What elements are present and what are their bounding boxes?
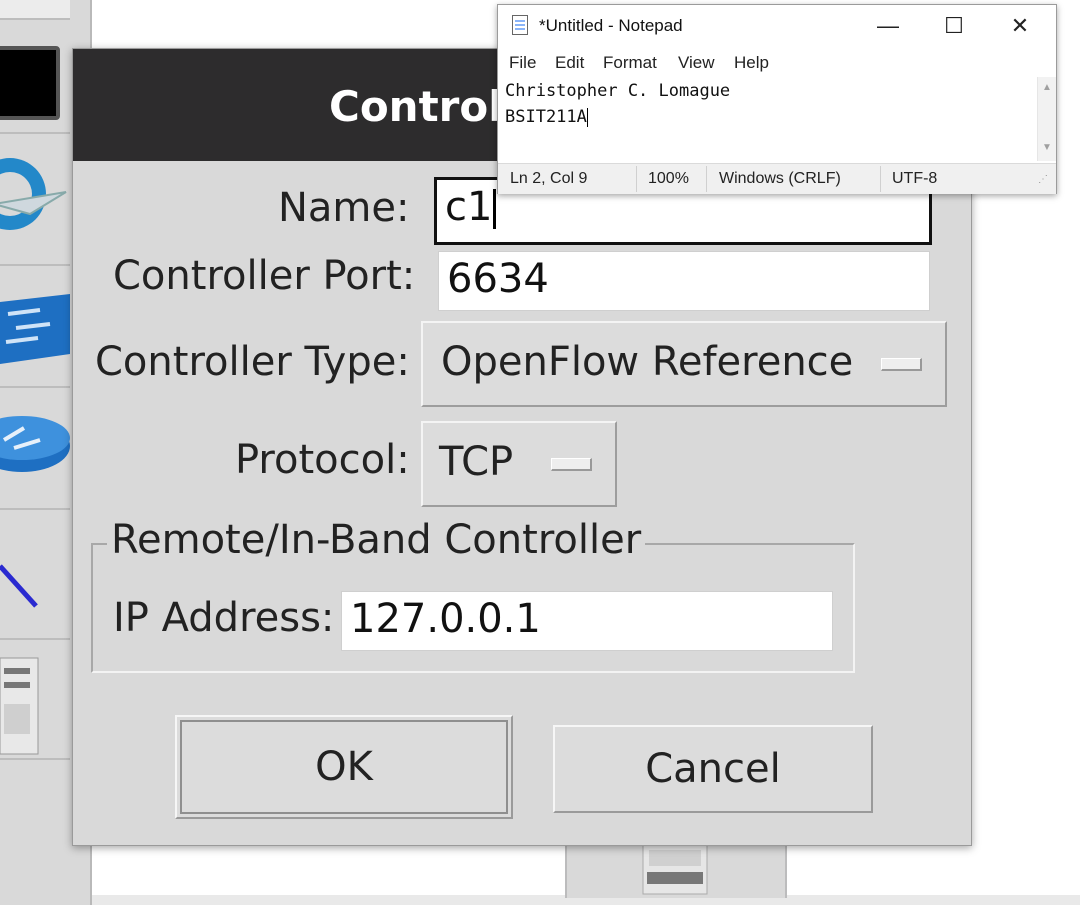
router-icon bbox=[0, 416, 70, 472]
toolbar-item-host[interactable] bbox=[0, 640, 70, 760]
controller-icon bbox=[0, 158, 67, 230]
ok-button[interactable]: OK bbox=[175, 715, 513, 819]
protocol-dropdown[interactable]: TCP bbox=[421, 421, 617, 507]
vertical-scrollbar[interactable]: ▲ ▼ bbox=[1037, 77, 1056, 161]
name-value: c1 bbox=[445, 184, 493, 230]
notepad-statusbar: Ln 2, Col 9 100% Windows (CRLF) UTF-8 ⋰ bbox=[498, 163, 1056, 194]
dropdown-indicator-icon bbox=[881, 358, 922, 371]
toolbar-item-netlink[interactable] bbox=[0, 510, 70, 640]
notepad-window: *Untitled - Notepad — ☐ ✕ File Edit Form… bbox=[497, 4, 1057, 194]
status-line-endings: Windows (CRLF) bbox=[719, 170, 841, 187]
text-caret bbox=[586, 107, 588, 127]
menu-view[interactable]: View bbox=[678, 53, 715, 73]
toolbar-item-top[interactable] bbox=[0, 0, 70, 20]
notepad-title: *Untitled - Notepad bbox=[539, 16, 683, 35]
scroll-down-icon[interactable]: ▼ bbox=[1040, 141, 1054, 155]
controller-port-field[interactable]: 6634 bbox=[438, 251, 930, 311]
dropdown-indicator-icon bbox=[551, 458, 592, 471]
ip-address-value: 127.0.0.1 bbox=[350, 596, 541, 642]
menu-format[interactable]: Format bbox=[603, 53, 657, 73]
switch-icon bbox=[0, 294, 70, 364]
controller-type-value: OpenFlow Reference bbox=[441, 339, 854, 385]
text-line-1: Christopher C. Lomague bbox=[505, 81, 731, 101]
host-icon bbox=[0, 657, 39, 755]
menu-file[interactable]: File bbox=[509, 53, 536, 73]
protocol-value: TCP bbox=[439, 439, 514, 485]
controller-port-value: 6634 bbox=[447, 256, 549, 302]
status-encoding: UTF-8 bbox=[892, 170, 938, 187]
status-zoom: 100% bbox=[648, 170, 689, 187]
resize-grip-icon[interactable]: ⋰ bbox=[1038, 174, 1048, 185]
minimize-button[interactable]: — bbox=[858, 9, 918, 43]
close-button[interactable]: ✕ bbox=[990, 9, 1050, 43]
menu-help[interactable]: Help bbox=[734, 53, 769, 73]
status-separator bbox=[636, 166, 637, 192]
app-bottom-bar bbox=[0, 895, 1080, 905]
protocol-label: Protocol: bbox=[235, 437, 410, 483]
remote-controller-group-label: Remote/In-Band Controller bbox=[107, 517, 646, 563]
toolbar-item-switch[interactable] bbox=[0, 266, 70, 388]
status-position: Ln 2, Col 9 bbox=[510, 170, 588, 187]
status-separator bbox=[706, 166, 707, 192]
toolbar-item-select[interactable] bbox=[0, 20, 70, 134]
ip-address-label: IP Address: bbox=[113, 595, 335, 641]
notepad-menubar: File Edit Format View Help bbox=[498, 49, 1056, 77]
netlink-icon bbox=[0, 564, 38, 608]
toolbar-item-router[interactable] bbox=[0, 388, 70, 510]
notepad-document-icon bbox=[512, 15, 528, 35]
controller-type-dropdown[interactable]: OpenFlow Reference bbox=[421, 321, 947, 407]
select-tool-icon bbox=[0, 46, 60, 120]
text-caret bbox=[493, 189, 497, 229]
menu-edit[interactable]: Edit bbox=[555, 53, 584, 73]
maximize-button[interactable]: ☐ bbox=[924, 9, 984, 43]
cancel-button[interactable]: Cancel bbox=[553, 725, 873, 813]
ip-address-field[interactable]: 127.0.0.1 bbox=[341, 591, 833, 651]
status-separator bbox=[880, 166, 881, 192]
controller-port-label: Controller Port: bbox=[113, 253, 416, 299]
dialog-title: Controll bbox=[329, 82, 518, 131]
name-label: Name: bbox=[278, 185, 410, 231]
controller-type-label: Controller Type: bbox=[95, 339, 410, 385]
notepad-titlebar[interactable]: *Untitled - Notepad — ☐ ✕ bbox=[498, 5, 1056, 45]
notepad-text-area[interactable]: Christopher C. Lomague BSIT211A bbox=[498, 77, 1038, 161]
text-line-2: BSIT211A bbox=[505, 107, 587, 127]
toolbar-item-controller[interactable] bbox=[0, 134, 70, 266]
scroll-up-icon[interactable]: ▲ bbox=[1040, 81, 1054, 95]
